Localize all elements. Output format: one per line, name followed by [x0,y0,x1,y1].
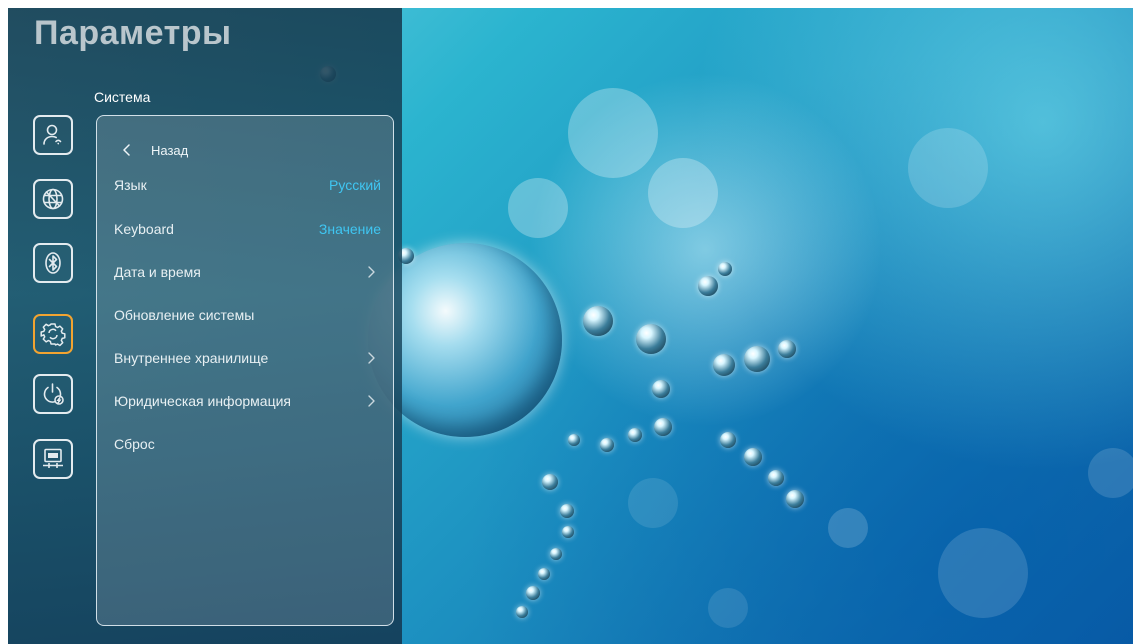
menu-item-label: Keyboard [114,221,174,237]
bluetooth-icon [45,252,61,274]
sidebar-item-network[interactable] [33,179,73,219]
menu-item-label: Язык [114,177,147,193]
menu-item[interactable]: Keyboard Значение [114,217,381,241]
menu-item-value: Значение [318,221,381,237]
menu-item[interactable]: Обновление системы [114,303,378,327]
chevron-right-icon [368,395,375,407]
gear-icon [40,323,66,347]
page-title: Параметры [34,14,232,52]
power-icon [43,383,64,405]
sidebar-item-user[interactable] [33,115,73,155]
menu-item[interactable]: Внутреннее хранилище [114,346,378,370]
menu-item-label: Внутреннее хранилище [114,350,269,366]
chevron-right-icon [368,266,375,278]
menu-item[interactable]: Дата и время [114,260,378,284]
projector-icon [43,448,63,468]
sidebar-item-bluetooth[interactable] [33,243,73,283]
menu-item-label: Юридическая информация [114,393,291,409]
menu-item-value: Русский [329,177,381,193]
menu-item-label: Дата и время [114,264,201,280]
menu-item[interactable]: Язык Русский [114,173,381,197]
back-label: Назад [151,142,189,158]
chevron-left-icon [123,144,130,156]
menu-item-label: Сброс [114,436,155,452]
screen: Параметры Система Назад Язык Русский Key… [8,8,1133,644]
sidebar-item-projector[interactable] [33,439,73,479]
menu-item[interactable]: Сброс [114,432,378,456]
system-settings-panel: Назад Язык Русский Keyboard Значение Дата и … [96,115,394,626]
section-label: Система [94,89,151,105]
sidebar-item-power[interactable] [33,374,73,414]
menu-item-label: Обновление системы [114,307,255,323]
sidebar-item-system[interactable] [33,314,73,354]
globe-icon [42,188,64,210]
user-icon [43,124,62,145]
chevron-right-icon [368,352,375,364]
back-button[interactable]: Назад [121,138,188,162]
menu-item[interactable]: Юридическая информация [114,389,378,413]
